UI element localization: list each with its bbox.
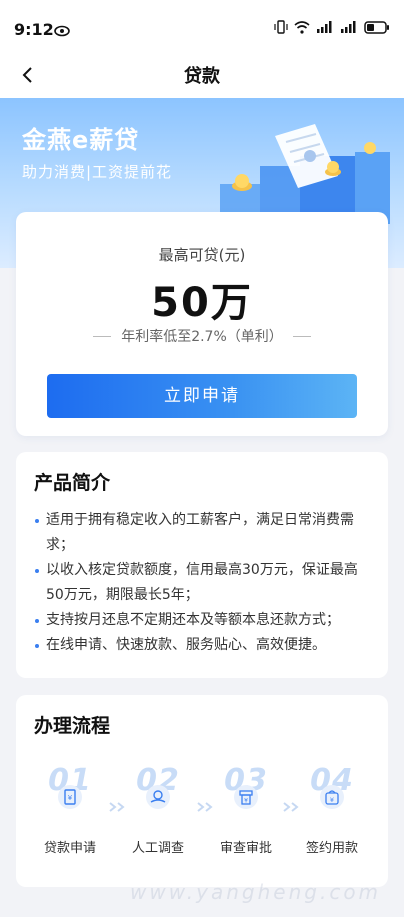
process-card: 办理流程 01 ¥ 贷款申请 02 人工调查 03 ¥ 审查审批 04 ¥ 签约… xyxy=(16,695,388,887)
battery-icon xyxy=(364,20,390,34)
max-loan-amount: 50万 xyxy=(151,280,253,326)
svg-text:¥: ¥ xyxy=(68,794,73,802)
divider xyxy=(93,335,112,337)
yen-bag-icon: ¥ xyxy=(320,785,344,809)
page-title: 贷款 xyxy=(184,66,220,87)
status-bar: 9:12 xyxy=(0,0,404,52)
bottom-strip xyxy=(0,905,404,917)
max-loan-label: 最高可贷(元) xyxy=(158,246,246,264)
arrow-right-icon xyxy=(197,802,213,812)
step-label: 签约用款 xyxy=(305,841,358,856)
step-label: 人工调查 xyxy=(131,841,184,856)
process-steps: 01 ¥ 贷款申请 02 人工调查 03 ¥ 审查审批 04 ¥ 签约用款 xyxy=(16,763,388,863)
product-intro-card: 产品简介 适用于拥有稳定收入的工薪客户，满足日常消费需求； 以收入核定贷款额度，… xyxy=(16,452,388,678)
product-slogan: 助力消费|工资提前花 xyxy=(22,163,173,181)
section-title: 产品简介 xyxy=(34,472,111,494)
intro-list: 适用于拥有稳定收入的工薪客户，满足日常消费需求； 以收入核定贷款额度，信用最高3… xyxy=(34,508,374,658)
loan-summary-card: 最高可贷(元) 50万 年利率低至2.7%（单利） 立即申请 xyxy=(16,212,388,436)
divider xyxy=(292,335,311,337)
nav-bar: 贷款 xyxy=(0,52,404,98)
signal-icon xyxy=(316,21,334,33)
apply-now-button[interactable]: 立即申请 xyxy=(47,374,357,418)
arrow-right-icon xyxy=(283,802,299,812)
status-icons xyxy=(274,20,390,34)
yen-receipt-icon: ¥ xyxy=(234,785,258,809)
list-item: 在线申请、快速放款、服务贴心、高效便捷。 xyxy=(34,633,374,658)
rate-row: 年利率低至2.7%（单利） xyxy=(16,326,388,346)
document-icon: ¥ xyxy=(58,785,82,809)
vibrate-icon xyxy=(274,20,288,34)
list-item: 适用于拥有稳定收入的工薪客户，满足日常消费需求； xyxy=(34,508,374,558)
svg-text:¥: ¥ xyxy=(244,798,248,805)
signal-icon-2 xyxy=(340,21,358,33)
watermark: www.yangheng.com xyxy=(130,880,382,904)
hand-coin-icon xyxy=(146,785,170,809)
step-label: 审查审批 xyxy=(219,841,272,856)
arrow-right-icon xyxy=(109,802,125,812)
svg-text:¥: ¥ xyxy=(330,796,334,804)
interest-rate: 年利率低至2.7%（单利） xyxy=(121,329,283,345)
step-label: 贷款申请 xyxy=(43,841,96,856)
status-time: 9:12 xyxy=(14,20,54,39)
list-item: 以收入核定贷款额度，信用最高30万元，保证最高50万元，期限最长5年； xyxy=(34,558,374,608)
product-name: 金燕e薪贷 xyxy=(22,126,140,154)
bank-illustration-icon xyxy=(220,124,390,224)
list-item: 支持按月还息不定期还本及等额本息还款方式； xyxy=(34,608,374,633)
wifi-icon xyxy=(294,20,310,34)
eye-icon xyxy=(54,22,70,41)
section-title: 办理流程 xyxy=(34,715,111,737)
